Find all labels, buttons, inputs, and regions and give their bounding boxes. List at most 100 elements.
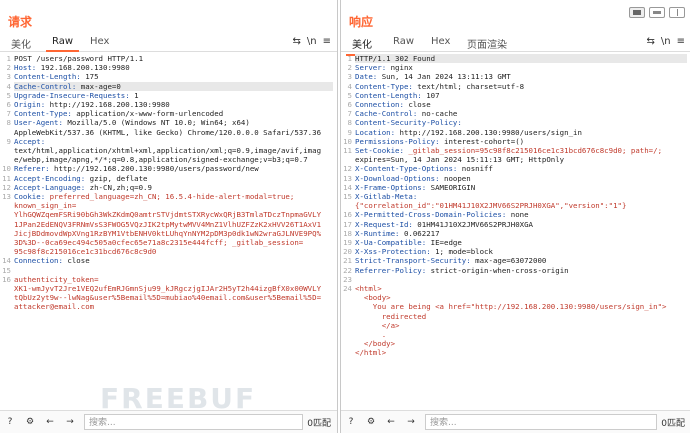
line-value: <html> (355, 284, 382, 293)
response-search-input[interactable]: 搜索... (425, 414, 658, 430)
code-line: Cookie: preferred_language=zh_CN; 16.5.4… (14, 192, 333, 201)
header-key: X-Xss-Protection: (355, 247, 431, 257)
line-value: text/html; charset=utf-8 (412, 81, 525, 91)
tab-raw[interactable]: Raw (393, 36, 414, 47)
header-key: Referer: (14, 164, 50, 174)
line-number: 9 (6, 136, 11, 146)
code-line: X-Content-Type-Options: nosniff (355, 164, 687, 173)
line-value: AppleWebKit/537.36 (KHTML, like Gecko) C… (14, 127, 322, 137)
line-value: text/html,application/xhtml+xml,applicat… (14, 146, 322, 155)
line-value: </html> (355, 348, 387, 358)
code-line: YlhGQWZqemFSRi90bGh3WkZKdmQ0amtrSTVjdmtS… (14, 210, 333, 219)
menu-icon[interactable]: ≡ (323, 36, 331, 47)
header-key: Location: (355, 127, 396, 137)
tab-hex[interactable]: Hex (431, 36, 450, 47)
line-number: 6 (6, 100, 11, 109)
line-number: 21 (343, 256, 352, 266)
line-value: </body> (355, 339, 396, 349)
back-icon[interactable]: ← (381, 412, 401, 432)
header-key: X-Permitted-Cross-Domain-Policies: (355, 210, 507, 220)
code-line: XK1-wmJyvT2Jre1VEQ2ufEmRJGmnSju99_kJRgcz… (14, 284, 333, 293)
line-value: HTTP/1.1 302 Found (355, 54, 436, 63)
forward-icon[interactable]: → (401, 412, 421, 432)
request-editor[interactable]: 1 POST /users/password HTTP/1.1 2 Host: 192… (0, 53, 337, 411)
line-value: attacker@email.com (14, 302, 95, 312)
help-icon[interactable]: ? (341, 412, 361, 432)
line-value: You are being <a href="http://192.168.20… (355, 302, 667, 312)
line-value: tQbUz2yt9w--lwNag&user%5Bemail%5D=mubiao… (14, 293, 322, 303)
response-match-count: 0匹配 (661, 418, 685, 429)
code-line: authenticity_token= (14, 275, 333, 284)
response-editor[interactable]: 1 HTTP/1.1 302 Found 2 Server: nginx 3 Date: … (341, 53, 690, 411)
request-search-input[interactable]: 搜索... (84, 414, 304, 430)
request-tabs: 美化 Raw Hex ⇆ \n ≡ (0, 33, 337, 52)
wrap-icon[interactable]: ⇆ (647, 36, 655, 47)
code-line: Server: nginx (355, 63, 687, 72)
header-key: Server: (355, 63, 387, 73)
code-line: Cache-Control: max-age=0 (14, 81, 333, 91)
header-key: X-Content-Type-Options: (355, 164, 458, 174)
line-number: 4 (347, 81, 352, 91)
code-line: tQbUz2yt9w--lwNag&user%5Bemail%5D=mubiao… (14, 293, 333, 302)
code-line: Connection: close (355, 100, 687, 109)
line-value: Sun, 14 Jan 2024 13:11:13 GMT (377, 72, 511, 82)
line-number: 15 (2, 265, 11, 275)
menu-icon[interactable]: ≡ (677, 36, 685, 47)
line-number: 11 (343, 146, 352, 155)
line-value: gzip, deflate (85, 173, 148, 183)
line-value: e/webp,image/apng,*/*;q=0.8,application/… (14, 155, 308, 165)
line-value: nosniff (457, 164, 493, 174)
newline-icon[interactable]: \n (661, 36, 671, 47)
line-number: 14 (2, 256, 11, 266)
code-line: {"correlation_id":"01HM41J10X2JMV66S2PRJ… (355, 201, 687, 210)
header-key: X-Ua-Compatible: (355, 238, 427, 247)
code-line: 95c98f8c215016ce1c31bcd676c8c9d0 (14, 247, 333, 256)
tab-raw[interactable]: Raw (45, 36, 80, 52)
layout-vertical-icon[interactable] (669, 7, 685, 18)
line-value: redirected (355, 311, 427, 321)
line-number: 2 (347, 63, 352, 73)
code-line: Set-Cookie: _gitlab_session=95c98f8c2150… (355, 146, 687, 155)
line-value: zh-CN,zh;q=0.9 (85, 182, 152, 192)
line-number: 12 (2, 182, 11, 192)
tab-pretty[interactable]: 美化 (11, 36, 31, 51)
header-key: X-Frame-Options: (355, 182, 427, 192)
line-number: 8 (347, 118, 352, 128)
code-line: Referrer-Policy: strict-origin-when-cros… (355, 266, 687, 275)
tab-hex[interactable]: Hex (90, 36, 109, 47)
layout-split-icon[interactable] (629, 7, 645, 18)
line-number: 10 (2, 164, 11, 174)
line-number: 8 (6, 118, 11, 128)
tab-pretty[interactable]: 美化 (346, 36, 378, 56)
newline-icon[interactable]: \n (307, 36, 317, 47)
line-value: 192.168.200.130:9980 (36, 63, 130, 73)
line-value: XK1-wmJyvT2Jre1VEQ2ufEmRJGmnSju99_kJRgcz… (14, 284, 322, 293)
help-icon[interactable]: ? (0, 412, 20, 432)
code-line: 1JPan2EdENQV3FRNmVsS3FWOG5VQzJIK2tpMytwM… (14, 220, 333, 229)
code-line: X-Ua-Compatible: IE=edge (355, 238, 687, 247)
back-icon[interactable]: ← (40, 412, 60, 432)
code-line: Origin: http://192.168.200.130:9980 (14, 100, 333, 109)
line-value: nginx (386, 63, 413, 73)
code-line: expires=Sun, 14 Jan 2024 15:11:13 GMT; H… (355, 155, 687, 164)
code-line: known_sign_in= (14, 201, 333, 210)
settings-icon[interactable]: ⚙ (361, 412, 381, 432)
line-number: 15 (343, 192, 352, 201)
header-key: Cookie: (14, 192, 46, 201)
code-line: Accept: (14, 137, 333, 146)
wrap-icon[interactable]: ⇆ (293, 36, 301, 47)
request-pane: 请求 美化 Raw Hex ⇆ \n ≡ 1 POST /users/passwo… (0, 0, 338, 433)
code-line: Content-Type: application/x-www-form-url… (14, 109, 333, 118)
tab-render[interactable]: 页面渲染 (467, 36, 507, 51)
code-line: text/html,application/xhtml+xml,applicat… (14, 146, 333, 155)
forward-icon[interactable]: → (60, 412, 80, 432)
settings-icon[interactable]: ⚙ (20, 412, 40, 432)
line-number: 16 (343, 210, 352, 220)
line-number: 4 (6, 81, 11, 91)
code-line: X-Download-Options: noopen (355, 174, 687, 183)
code-line: . (355, 330, 687, 339)
line-value: close (62, 256, 90, 266)
watermark: FREEBUF (100, 382, 257, 415)
line-number: 14 (343, 182, 352, 192)
layout-horizontal-icon[interactable] (649, 7, 665, 18)
